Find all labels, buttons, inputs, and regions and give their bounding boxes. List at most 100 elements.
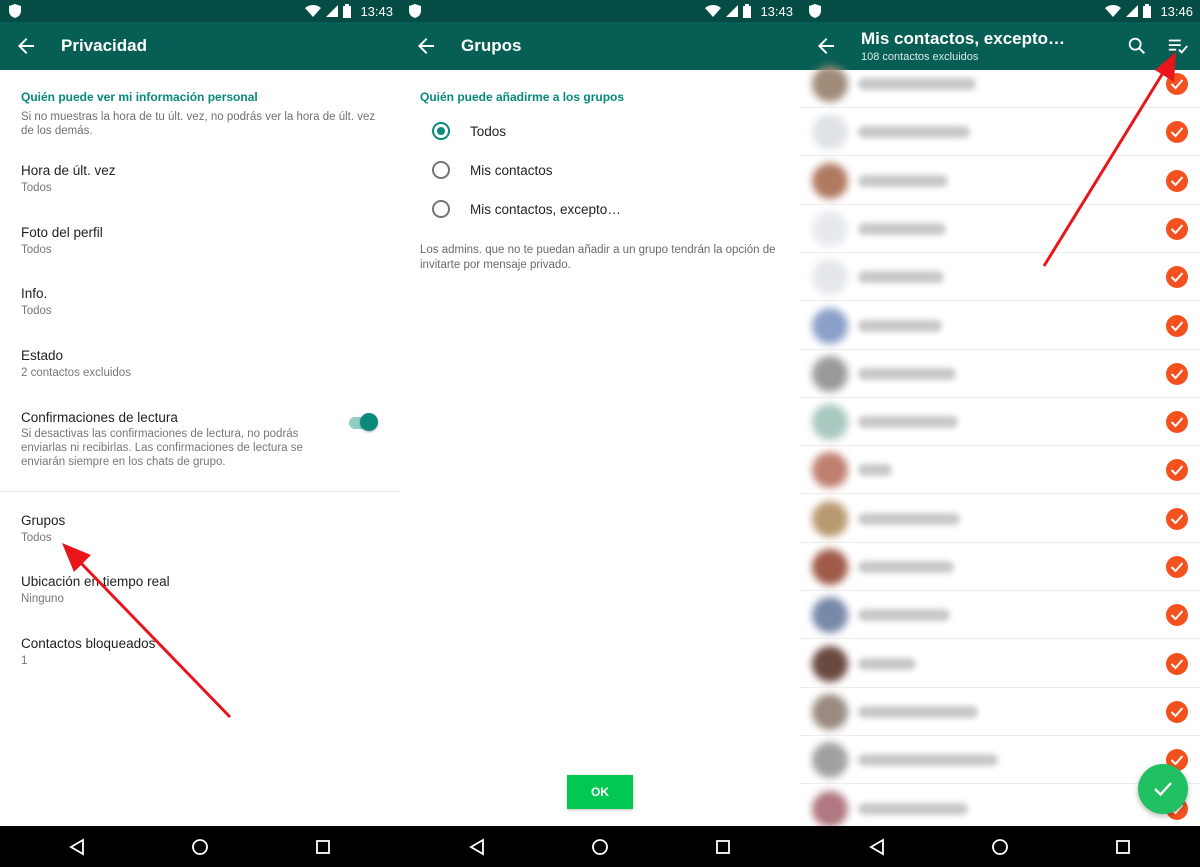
excluded-check-icon[interactable] bbox=[1166, 362, 1188, 385]
arrow-back-icon[interactable] bbox=[814, 34, 838, 58]
excluded-check-icon[interactable] bbox=[1166, 556, 1188, 578]
radio-unselected[interactable] bbox=[432, 161, 450, 179]
arrow-back-icon[interactable] bbox=[414, 34, 438, 58]
navigation-bar bbox=[0, 826, 1200, 867]
setting-value: Todos bbox=[21, 244, 52, 256]
setting-read-receipts[interactable]: Confirmaciones de lectura Si desactivas … bbox=[21, 409, 341, 469]
search-icon[interactable] bbox=[1126, 35, 1148, 57]
contact-row[interactable] bbox=[800, 157, 1200, 205]
app-bar: Privacidad bbox=[0, 22, 400, 70]
contact-row[interactable] bbox=[800, 640, 1200, 688]
excluded-check-icon[interactable] bbox=[1166, 604, 1188, 627]
setting-live-location[interactable]: Ubicación en tiempo real Ninguno bbox=[21, 573, 341, 607]
select-all-icon[interactable] bbox=[1167, 35, 1189, 57]
circle-home-icon[interactable] bbox=[191, 838, 209, 856]
setting-groups[interactable]: Grupos Todos bbox=[21, 512, 341, 546]
contact-row[interactable] bbox=[800, 253, 1200, 302]
avatar bbox=[812, 404, 848, 441]
setting-title: Info. bbox=[21, 286, 48, 301]
excluded-check-icon[interactable] bbox=[1166, 507, 1188, 530]
excluded-check-icon[interactable] bbox=[1166, 121, 1188, 144]
circle-home-icon[interactable] bbox=[991, 838, 1009, 856]
privacy-screen: 13:43 Privacidad Quién puede ver mi info… bbox=[0, 0, 400, 826]
contact-row[interactable] bbox=[800, 398, 1200, 447]
excluded-check-icon[interactable] bbox=[1166, 459, 1188, 482]
setting-status[interactable]: Estado 2 contactos excluidos bbox=[21, 347, 341, 381]
avatar bbox=[812, 500, 848, 537]
contact-row[interactable] bbox=[800, 302, 1200, 350]
setting-blocked-contacts[interactable]: Contactos bloqueados 1 bbox=[21, 635, 341, 669]
blurred-contact-name bbox=[858, 705, 978, 718]
clock: 13:46 bbox=[1160, 3, 1193, 19]
option-label: Todos bbox=[470, 123, 507, 139]
triangle-back-icon[interactable] bbox=[68, 838, 86, 856]
setting-info[interactable]: Info. Todos bbox=[21, 285, 341, 319]
contact-row[interactable] bbox=[800, 543, 1200, 591]
contact-row[interactable] bbox=[800, 350, 1200, 398]
setting-title: Confirmaciones de lectura bbox=[21, 410, 178, 425]
square-recents-icon[interactable] bbox=[314, 838, 332, 856]
read-receipts-toggle[interactable] bbox=[349, 413, 378, 431]
excluded-check-icon[interactable] bbox=[1166, 652, 1188, 675]
contact-row[interactable] bbox=[800, 205, 1200, 253]
triangle-back-icon[interactable] bbox=[468, 838, 486, 856]
signal-icon bbox=[326, 5, 339, 17]
contact-row[interactable] bbox=[800, 446, 1200, 495]
excluded-check-icon[interactable] bbox=[1166, 266, 1188, 289]
info-note: Los admins. que no te puedan añadir a un… bbox=[420, 244, 776, 271]
square-recents-icon[interactable] bbox=[714, 838, 732, 856]
setting-profile-photo[interactable]: Foto del perfil Todos bbox=[21, 224, 341, 258]
section-description: Si no muestras la hora de tu últ. vez, n… bbox=[21, 111, 376, 137]
wifi-icon bbox=[305, 5, 322, 17]
option-my-contacts-except[interactable]: Mis contactos, excepto… bbox=[432, 197, 621, 221]
option-my-contacts[interactable]: Mis contactos bbox=[432, 158, 553, 182]
excluded-check-icon[interactable] bbox=[1166, 169, 1188, 192]
avatar bbox=[812, 742, 848, 779]
avatar bbox=[812, 114, 848, 151]
status-bar: 13:43 bbox=[400, 0, 800, 22]
excluded-check-icon[interactable] bbox=[1166, 217, 1188, 240]
setting-value: Todos bbox=[21, 182, 52, 194]
square-recents-icon[interactable] bbox=[1114, 838, 1132, 856]
contact-row[interactable] bbox=[800, 495, 1200, 543]
setting-value: Todos bbox=[21, 532, 52, 544]
avatar bbox=[812, 597, 848, 634]
ok-button[interactable]: OK bbox=[567, 775, 633, 809]
option-everyone[interactable]: Todos bbox=[432, 119, 506, 143]
blurred-contact-name bbox=[858, 222, 946, 235]
triangle-back-icon[interactable] bbox=[868, 838, 886, 856]
setting-title: Hora de últ. vez bbox=[21, 163, 116, 178]
page-title: Mis contactos, excepto… bbox=[861, 29, 1066, 48]
blurred-contact-name bbox=[858, 802, 968, 815]
arrow-back-icon[interactable] bbox=[14, 34, 38, 58]
setting-description: Si desactivas las confirmaciones de lect… bbox=[21, 428, 303, 468]
excluded-check-icon[interactable] bbox=[1166, 73, 1188, 95]
blurred-contact-name bbox=[858, 78, 976, 90]
battery-icon bbox=[743, 4, 752, 18]
shield-icon bbox=[809, 4, 821, 18]
contact-row[interactable] bbox=[800, 108, 1200, 157]
status-bar: 13:46 bbox=[800, 0, 1200, 22]
setting-title: Ubicación en tiempo real bbox=[21, 574, 170, 589]
blurred-contact-name bbox=[858, 416, 958, 429]
excluded-check-icon[interactable] bbox=[1166, 314, 1188, 337]
setting-value: Todos bbox=[21, 305, 52, 317]
contact-row[interactable] bbox=[800, 60, 1200, 108]
circle-home-icon[interactable] bbox=[591, 838, 609, 856]
setting-last-seen[interactable]: Hora de últ. vez Todos bbox=[21, 162, 341, 196]
blurred-contact-name bbox=[858, 126, 970, 139]
signal-icon bbox=[726, 5, 739, 17]
avatar bbox=[812, 693, 848, 730]
contacts-except-screen: 13:46 Mis contactos, excepto… 108 contac… bbox=[800, 0, 1200, 826]
excluded-check-icon[interactable] bbox=[1166, 411, 1188, 434]
avatar bbox=[812, 452, 848, 489]
confirm-fab[interactable] bbox=[1138, 764, 1188, 814]
wifi-icon bbox=[1105, 5, 1122, 17]
contact-row[interactable] bbox=[800, 688, 1200, 736]
contact-row[interactable] bbox=[800, 591, 1200, 640]
blurred-contact-name bbox=[858, 464, 892, 477]
radio-unselected[interactable] bbox=[432, 200, 450, 218]
page-title: Grupos bbox=[461, 36, 522, 55]
excluded-check-icon[interactable] bbox=[1166, 700, 1188, 723]
radio-selected[interactable] bbox=[432, 122, 450, 140]
